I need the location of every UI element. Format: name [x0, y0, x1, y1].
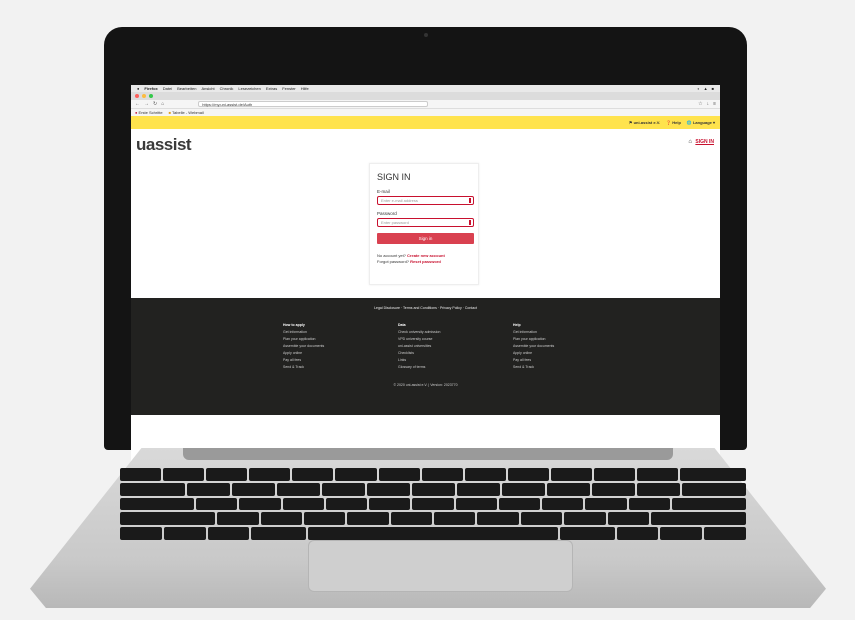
bookmark-item[interactable]: ● Erste Schritte: [135, 110, 163, 115]
footer-link[interactable]: Pay all fees: [283, 357, 338, 364]
url-bar[interactable]: https://my.uni-assist.de/Auth: [198, 101, 429, 107]
trackpad: [308, 540, 573, 592]
footer-heading: Help: [513, 323, 521, 327]
bookmarks-bar: ● Erste Schritte ■ Tabelle - Webmail: [131, 109, 720, 116]
error-icon: [469, 220, 471, 225]
keyboard: [120, 468, 747, 540]
minimize-window-icon[interactable]: [142, 94, 146, 98]
menu-item[interactable]: Ansicht: [201, 86, 214, 91]
menu-item[interactable]: Firefox: [144, 86, 157, 91]
close-window-icon[interactable]: [135, 94, 139, 98]
footer-link[interactable]: Apply online: [513, 350, 568, 357]
laptop-screen: ● Firefox Datei Bearbeiten Ansicht Chron…: [131, 85, 720, 461]
site-logo[interactable]: uassist: [136, 135, 192, 155]
reload-icon[interactable]: ↻: [153, 101, 157, 107]
forgot-password-line: Forgot password? Reset password: [377, 259, 441, 264]
signin-button[interactable]: Sign in: [377, 233, 474, 244]
footer-link[interactable]: VPD university course: [398, 336, 453, 343]
menu-icon[interactable]: ≡: [713, 101, 716, 107]
footer-link[interactable]: Plan your application: [283, 336, 338, 343]
topbar-link[interactable]: ❓ Help: [666, 120, 681, 125]
footer-heading: How to apply: [283, 323, 305, 327]
apple-icon[interactable]: ●: [137, 86, 139, 91]
menu-item[interactable]: Datei: [163, 86, 172, 91]
toolbar-actions: ☆ ↓ ≡: [698, 101, 716, 107]
firefox-icon: ●: [135, 110, 138, 115]
topbar-link[interactable]: 🌐 Language ▾: [687, 120, 715, 125]
maximize-window-icon[interactable]: [149, 94, 153, 98]
footer-link[interactable]: Glossary of terms: [398, 364, 453, 371]
tab-bar: [131, 92, 720, 100]
signin-link[interactable]: SIGN IN: [695, 139, 714, 145]
download-icon[interactable]: ↓: [707, 101, 710, 107]
signin-title: SIGN IN: [377, 172, 411, 182]
footer-link[interactable]: uni-assist universities: [398, 343, 453, 350]
reset-password-link[interactable]: Reset password: [410, 259, 441, 264]
bookmark-star-icon[interactable]: ☆: [698, 101, 702, 107]
laptop-hinge: [183, 448, 673, 460]
footer-link[interactable]: Checklists: [398, 350, 453, 357]
mac-menubar: ● Firefox Datei Bearbeiten Ansicht Chron…: [131, 85, 720, 92]
create-account-link[interactable]: Create new account: [407, 253, 445, 258]
folder-icon: ■: [168, 110, 171, 115]
forward-icon[interactable]: →: [144, 101, 149, 107]
home-icon[interactable]: ⌂: [688, 139, 692, 145]
footer-link[interactable]: Apply online: [283, 350, 338, 357]
footer-link[interactable]: Send & Track: [513, 364, 568, 371]
site-header: uassist ⌂ SIGN IN: [131, 129, 720, 159]
footer-column: Help Get information Plan your applicati…: [513, 322, 568, 371]
menu-item[interactable]: Lesezeichen: [238, 86, 260, 91]
menu-item[interactable]: Bearbeiten: [177, 86, 196, 91]
footer-heading: Data: [398, 323, 406, 327]
footer-link[interactable]: Get information: [283, 329, 338, 336]
signin-card: SIGN IN E-mail Enter e-mail address Pass…: [369, 163, 479, 285]
bookmark-item[interactable]: ■ Tabelle - Webmail: [169, 110, 204, 115]
camera: [424, 33, 428, 37]
status-icons: ◐ ▲ ■: [697, 86, 714, 91]
back-icon[interactable]: ←: [135, 101, 140, 107]
footer-link[interactable]: Assemble your documents: [283, 343, 338, 350]
footer-link[interactable]: Check university admission: [398, 329, 453, 336]
footer-link[interactable]: Send & Track: [283, 364, 338, 371]
topbar-link[interactable]: ⚑ uni-assist e.V.: [629, 120, 660, 125]
email-field[interactable]: Enter e-mail address: [377, 196, 474, 205]
menu-item[interactable]: Chronik: [220, 86, 234, 91]
footer-column: How to apply Get information Plan your a…: [283, 322, 338, 371]
footer-link[interactable]: Links: [398, 357, 453, 364]
home-icon[interactable]: ⌂: [161, 101, 164, 107]
menu-item[interactable]: Hilfe: [301, 86, 309, 91]
error-icon: [469, 198, 471, 203]
footer-link[interactable]: Assemble your documents: [513, 343, 568, 350]
footer-link[interactable]: Plan your application: [513, 336, 568, 343]
footer-link[interactable]: Pay all fees: [513, 357, 568, 364]
password-label: Password: [377, 211, 397, 216]
footer-column: Data Check university admission VPD univ…: [398, 322, 453, 371]
site-topbar: ⚑ uni-assist e.V. ❓ Help 🌐 Language ▾: [131, 116, 720, 129]
site-footer: Legal Disclosure · Terms and Conditions …: [131, 298, 720, 415]
browser-toolbar: ← → ↻ ⌂ https://my.uni-assist.de/Auth ☆ …: [131, 100, 720, 109]
menu-item[interactable]: Extras: [266, 86, 277, 91]
footer-columns: How to apply Get information Plan your a…: [131, 322, 720, 371]
laptop-lid: ● Firefox Datei Bearbeiten Ansicht Chron…: [104, 27, 747, 461]
email-label: E-mail: [377, 189, 390, 194]
footer-legal-links[interactable]: Legal Disclosure · Terms and Conditions …: [131, 306, 720, 310]
footer-copyright: © 2020 uni-assist e.V. | Version: 202377…: [393, 383, 458, 387]
menu-item[interactable]: Fenster: [282, 86, 296, 91]
password-field[interactable]: Enter password: [377, 218, 474, 227]
footer-link[interactable]: Get information: [513, 329, 568, 336]
